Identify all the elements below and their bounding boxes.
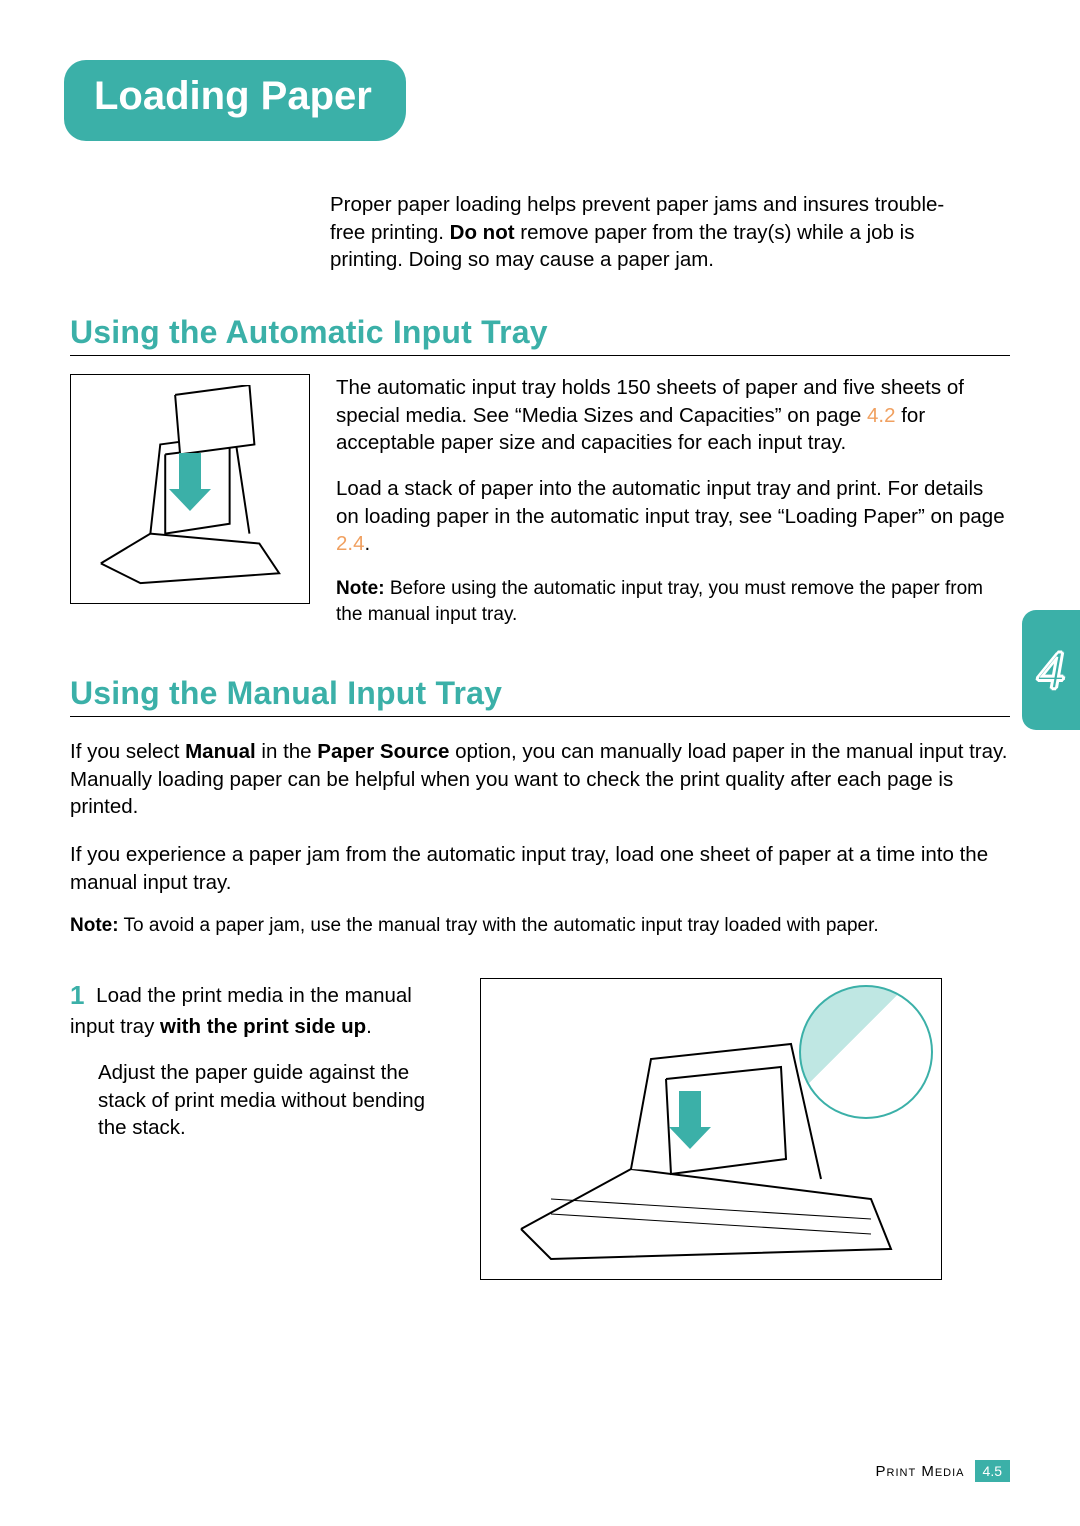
manual-page: Loading Paper Proper paper loading helps… (0, 0, 1080, 1526)
figure-automatic-tray (70, 374, 310, 604)
page-title-badge: Loading Paper (64, 60, 406, 141)
step-1-paragraph-a: 1 Load the print media in the manual inp… (70, 978, 450, 1041)
page-footer: Print Media 4.5 (876, 1460, 1011, 1482)
automatic-tray-text: The automatic input tray holds 150 sheet… (336, 374, 1010, 645)
footer-page-number: 4.5 (975, 1460, 1010, 1482)
down-arrow-icon (679, 1091, 701, 1131)
page-ref-4-2[interactable]: 4.2 (867, 404, 896, 427)
chapter-number: 4 (1038, 639, 1065, 701)
note-label: Note: (336, 578, 385, 599)
down-arrow-icon (179, 453, 201, 493)
auto-note-text: Before using the automatic input tray, y… (336, 578, 983, 625)
divider (70, 716, 1010, 717)
step-1-row: 1 Load the print media in the manual inp… (70, 978, 1010, 1280)
auto-paragraph-1: The automatic input tray holds 150 sheet… (336, 374, 1010, 457)
manual-paragraph-2: If you experience a paper jam from the a… (70, 841, 1010, 896)
manual-note-text: To avoid a paper jam, use the manual tra… (119, 915, 879, 936)
automatic-tray-row: The automatic input tray holds 150 sheet… (70, 374, 1010, 645)
page-title: Loading Paper (94, 74, 372, 118)
auto-paragraph-2: Load a stack of paper into the automatic… (336, 475, 1010, 558)
note-label: Note: (70, 915, 119, 936)
step-number: 1 (70, 980, 84, 1010)
manual-note: Note: To avoid a paper jam, use the manu… (70, 913, 1010, 939)
auto-note: Note: Before using the automatic input t… (336, 576, 1010, 627)
chapter-tab: 4 (1022, 610, 1080, 730)
footer-section-label: Print Media (876, 1463, 965, 1480)
page-ref-2-4[interactable]: 2.4 (336, 532, 365, 555)
step-1-paragraph-b: Adjust the paper guide against the stack… (98, 1059, 450, 1142)
figure-manual-tray (480, 978, 942, 1280)
heading-automatic-input-tray: Using the Automatic Input Tray (70, 314, 1010, 351)
manual-paragraph-1: If you select Manual in the Paper Source… (70, 738, 1010, 821)
zoom-detail-icon (799, 985, 933, 1119)
intro-paragraph: Proper paper loading helps prevent paper… (330, 191, 960, 274)
heading-manual-input-tray: Using the Manual Input Tray (70, 675, 1010, 712)
step-1-text: 1 Load the print media in the manual inp… (70, 978, 450, 1280)
intro-bold: Do not (450, 221, 515, 244)
divider (70, 355, 1010, 356)
